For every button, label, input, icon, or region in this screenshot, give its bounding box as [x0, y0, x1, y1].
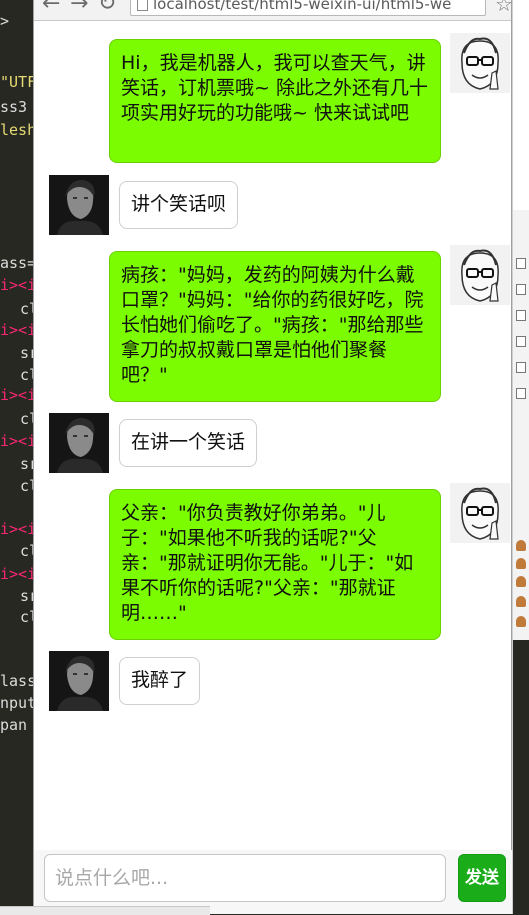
robot-avatar [450, 33, 510, 93]
code-line: > [0, 12, 10, 30]
code-line: i><i [0, 520, 37, 538]
person-icon [516, 558, 526, 569]
message-text: 我醉了 [131, 669, 189, 691]
address-bar[interactable]: localhost/test/html5-weixin-ui/html5-we [130, 0, 486, 16]
message-text: 讲个笑话呗 [131, 193, 227, 215]
chat-area: Hi，我是机器人，我可以查天气，讲笑话，订机票哦~ 除此之外还有几十项实用好玩的… [34, 20, 512, 850]
robot-avatar [450, 245, 510, 305]
bot-message-bubble: 病孩："妈妈，发药的阿姨为什么戴口罩？"妈妈："给你的药很好吃，院长怕她们偷吃了… [109, 251, 441, 402]
code-line: pan [0, 716, 28, 734]
message-text: 病孩："妈妈，发药的阿姨为什么戴口罩？"妈妈："给你的药很好吃，院长怕她们偷吃了… [121, 264, 424, 386]
message-text: 父亲："你负责教好你弟弟。"儿子："如果他不听我的话呢?"父亲："那就证明你无能… [121, 502, 414, 624]
background-window [512, 0, 529, 914]
checkbox-icon [516, 362, 526, 373]
code-line: nput [0, 694, 37, 712]
reload-icon[interactable]: ↻ [98, 0, 116, 16]
message-text: Hi，我是机器人，我可以查天气，讲笑话，订机票哦~ 除此之外还有几十项实用好玩的… [121, 52, 428, 124]
code-line: lass [0, 672, 37, 690]
code-line: ass= [0, 254, 37, 272]
user-message-bubble: 我醉了 [119, 657, 201, 705]
person-icon [516, 576, 526, 587]
user-avatar [49, 175, 109, 235]
message-input[interactable] [44, 854, 446, 902]
page-icon [137, 0, 148, 11]
back-icon[interactable]: ← [42, 0, 60, 16]
robot-avatar [450, 483, 510, 543]
bookmark-star-icon[interactable]: ☆ [495, 0, 513, 16]
person-icon [516, 616, 526, 627]
code-line: "UTF [0, 73, 37, 91]
message-text: 在讲一个笑话 [131, 431, 246, 453]
code-line: i><i [0, 276, 37, 294]
code-line: i><i [0, 565, 37, 583]
person-icon [516, 596, 526, 607]
user-avatar [49, 413, 109, 473]
checkbox-icon [516, 336, 526, 347]
forward-icon[interactable]: → [70, 0, 88, 16]
message-input-bar: 发送 [34, 850, 512, 914]
person-icon [516, 540, 526, 551]
checkbox-icon [516, 258, 526, 269]
code-line: i><i [0, 432, 37, 450]
user-avatar [49, 651, 109, 711]
code-line: i><i [0, 321, 37, 339]
browser-toolbar: ← → ↻ localhost/test/html5-weixin-ui/htm… [34, 0, 529, 21]
url-text: localhost/test/html5-weixin-ui/html5-we [153, 0, 452, 13]
checkbox-icon [516, 310, 526, 321]
bot-message-bubble: 父亲："你负责教好你弟弟。"儿子："如果他不听我的话呢?"父亲："那就证明你无能… [109, 489, 441, 640]
code-line: ss3 [0, 98, 28, 116]
send-button[interactable]: 发送 [458, 854, 506, 902]
code-line: lesh [0, 121, 37, 139]
checkbox-icon [516, 388, 526, 399]
user-message-bubble: 讲个笑话呗 [119, 181, 239, 229]
user-message-bubble: 在讲一个笑话 [119, 419, 258, 467]
bot-message-bubble: Hi，我是机器人，我可以查天气，讲笑话，订机票哦~ 除此之外还有几十项实用好玩的… [109, 39, 441, 163]
checkbox-icon [516, 284, 526, 295]
code-line: i><i [0, 386, 37, 404]
